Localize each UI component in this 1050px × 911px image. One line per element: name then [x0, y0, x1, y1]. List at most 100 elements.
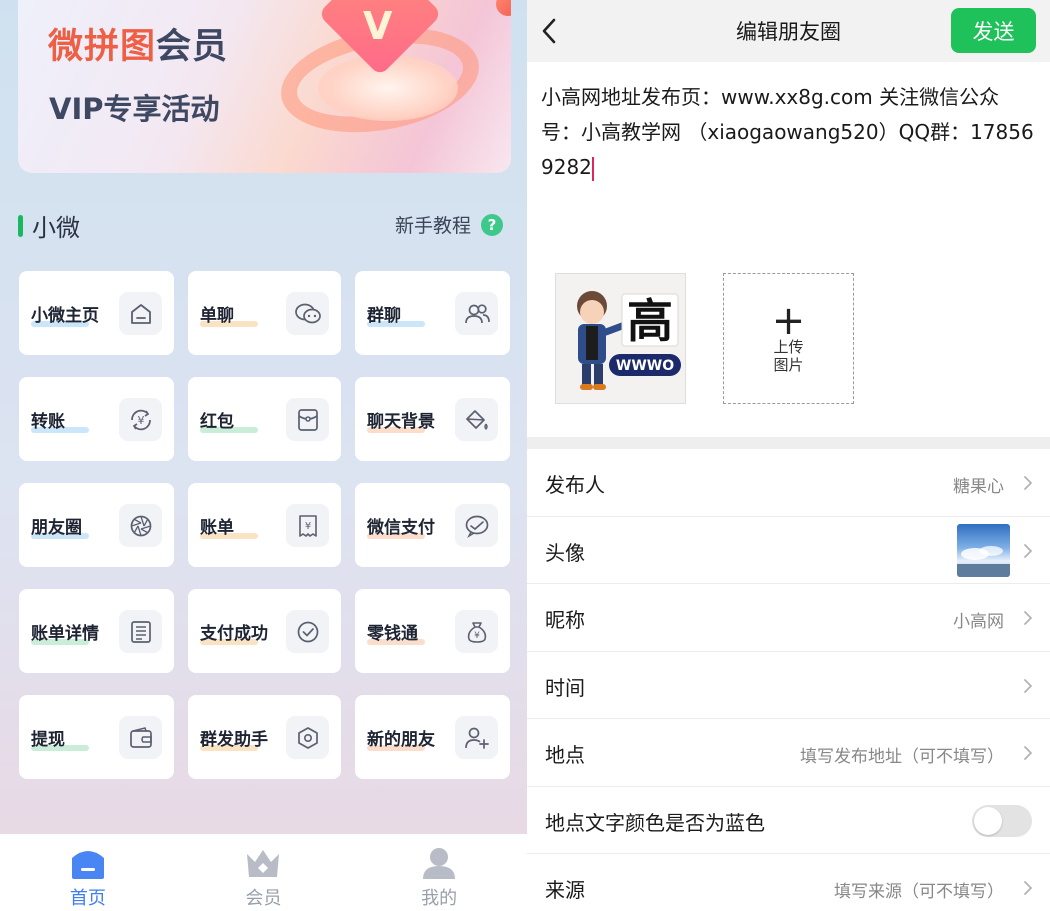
banner-title-rest: 会员 [156, 27, 229, 67]
tool-card[interactable]: 小微主页 [19, 271, 174, 355]
banner-title-highlight: 微拼图 [48, 27, 157, 67]
tool-card[interactable]: 群发助手 [188, 695, 341, 779]
tool-card-label: 新的朋友 [367, 730, 435, 750]
tool-card[interactable]: 群聊 [355, 271, 510, 355]
chevron-right-icon [1021, 878, 1035, 898]
tool-card-label: 零钱通 [367, 624, 418, 644]
section-accent-bar [18, 215, 23, 237]
tool-card[interactable]: 红包 [188, 377, 341, 461]
help-icon: ? [481, 213, 503, 236]
tool-panel: V 微拼图会员 VIP专享活动 小微 新手教程 ? 小微主页 单聊 群聊 转账 ¥ 红包 聊… [0, 0, 527, 911]
tool-card-label: 群发助手 [200, 730, 268, 750]
upload-image-button[interactable]: + 上传图片 [723, 273, 854, 404]
tool-card[interactable]: 单聊 [188, 271, 341, 355]
tool-card-label: 朋友圈 [31, 518, 82, 538]
send-button[interactable]: 发送 [951, 8, 1036, 53]
tool-card[interactable]: 支付成功 [188, 589, 341, 673]
tab-mine[interactable]: 我的 [379, 834, 499, 911]
home-tab-icon [71, 851, 104, 879]
tool-card-label: 单聊 [200, 306, 234, 326]
banner-subtitle: VIP专享活动 [49, 92, 220, 126]
nav-bar: 编辑朋友圈 发送 [527, 0, 1050, 62]
paint-bucket-icon [455, 398, 498, 441]
money-bag-icon: ¥ [455, 610, 498, 653]
red-packet-icon [286, 398, 329, 441]
plus-icon: + [771, 297, 806, 344]
tool-card[interactable]: 账单 ¥ [188, 483, 341, 567]
section-divider [527, 437, 1050, 449]
tool-card-label: 聊天背景 [367, 412, 435, 432]
tool-card[interactable]: 聊天背景 [355, 377, 510, 461]
tool-card-label: 群聊 [367, 306, 401, 326]
settings-row[interactable]: 昵称 小高网 [527, 584, 1050, 652]
tool-card-label: 账单 [200, 518, 234, 538]
post-image-thumbnail[interactable]: 高 WWWO [555, 273, 686, 404]
badge-text: WWWO [616, 358, 674, 374]
chevron-right-icon [1021, 743, 1035, 763]
vip-banner[interactable]: V 微拼图会员 VIP专享活动 [18, 0, 511, 173]
settings-row[interactable]: 地点文字颜色是否为蓝色 [527, 787, 1050, 854]
tab-home[interactable]: 首页 [28, 834, 148, 911]
tool-card[interactable]: 提现 [19, 695, 174, 779]
aperture-icon [119, 504, 162, 547]
tool-card-label: 红包 [200, 412, 234, 432]
settings-row-label: 昵称 [545, 608, 585, 632]
svg-text:¥: ¥ [474, 631, 480, 641]
tool-card-label: 小微主页 [31, 306, 99, 326]
chevron-right-icon [1021, 676, 1035, 696]
settings-row[interactable]: 时间 [527, 652, 1050, 719]
tutorial-label: 新手教程 [394, 215, 471, 237]
tutorial-link[interactable]: 新手教程 ? [395, 211, 503, 238]
avatar [957, 523, 1010, 577]
tab-home-label: 首页 [69, 888, 106, 909]
tool-card[interactable]: 转账 ¥ [19, 377, 174, 461]
chevron-right-icon [1021, 608, 1035, 628]
cartoon-boy-image: 高 WWWO [556, 274, 685, 403]
bottom-tabbar: 首页 会员 我的 [0, 834, 527, 911]
settings-row[interactable]: 发布人 糖果心 [527, 449, 1050, 517]
chevron-right-icon [1021, 473, 1035, 493]
section-header: 小微 新手教程 ? [18, 206, 511, 242]
hexagon-icon [286, 716, 329, 759]
tool-card[interactable]: 微信支付 [355, 483, 510, 567]
text-caret [591, 156, 594, 181]
tool-card-label: 账单详情 [31, 624, 99, 644]
chevron-right-icon [1021, 541, 1035, 561]
settings-row-value: 填写发布地址（可不填写） [800, 747, 1004, 767]
settings-row[interactable]: 来源 填写来源（可不填写） [527, 854, 1050, 911]
tool-card-label: 微信支付 [367, 518, 435, 538]
location-color-toggle[interactable] [972, 804, 1032, 837]
tool-card-label: 支付成功 [200, 624, 268, 644]
tool-card[interactable]: 朋友圈 [19, 483, 174, 567]
wallet-icon [119, 716, 162, 759]
toggle-knob [974, 806, 1002, 835]
add-user-icon [455, 716, 498, 759]
banner-gem-letter: V [363, 4, 393, 48]
person-icon [423, 848, 456, 879]
receipt-yuan-icon: ¥ [286, 504, 329, 547]
section-title: 小微 [32, 214, 80, 242]
crown-icon [247, 850, 280, 877]
settings-row-value: 小高网 [953, 612, 1004, 632]
tool-card[interactable]: 账单详情 [19, 589, 174, 673]
settings-row-value: 填写来源（可不填写） [834, 882, 1004, 902]
tab-mine-label: 我的 [421, 888, 458, 909]
tab-vip[interactable]: 会员 [203, 834, 323, 911]
tool-grid: 小微主页 单聊 群聊转账 ¥ 红包 聊天背景朋友圈 账单 ¥ 微信支付账单详情 支付成功 零钱通 ¥ 提… [19, 271, 511, 779]
tool-card[interactable]: 新的朋友 [355, 695, 510, 779]
svg-text:¥: ¥ [304, 521, 310, 532]
wechat-pay-icon [455, 504, 498, 547]
banner-title: 微拼图会员 [48, 18, 228, 69]
settings-row[interactable]: 头像 [527, 517, 1050, 584]
settings-row[interactable]: 地点 填写发布地址（可不填写） [527, 719, 1050, 787]
edit-moments-panel: 编辑朋友圈 发送 小高网地址发布页：www.xx8g.com 关注微信公众号：小… [527, 0, 1050, 911]
settings-row-label: 头像 [545, 540, 585, 565]
tool-card[interactable]: 零钱通 ¥ [355, 589, 510, 673]
yuan-exchange-icon: ¥ [119, 398, 162, 441]
settings-row-label: 发布人 [545, 473, 605, 497]
home-icon [119, 292, 162, 335]
post-text-area[interactable]: 小高网地址发布页：www.xx8g.com 关注微信公众号：小高教学网 （xia… [541, 80, 1036, 185]
tool-card-label: 转账 [31, 412, 65, 432]
post-text: 小高网地址发布页：www.xx8g.com 关注微信公众号：小高教学网 （xia… [541, 85, 1034, 179]
sign-text: 高 [627, 294, 673, 348]
